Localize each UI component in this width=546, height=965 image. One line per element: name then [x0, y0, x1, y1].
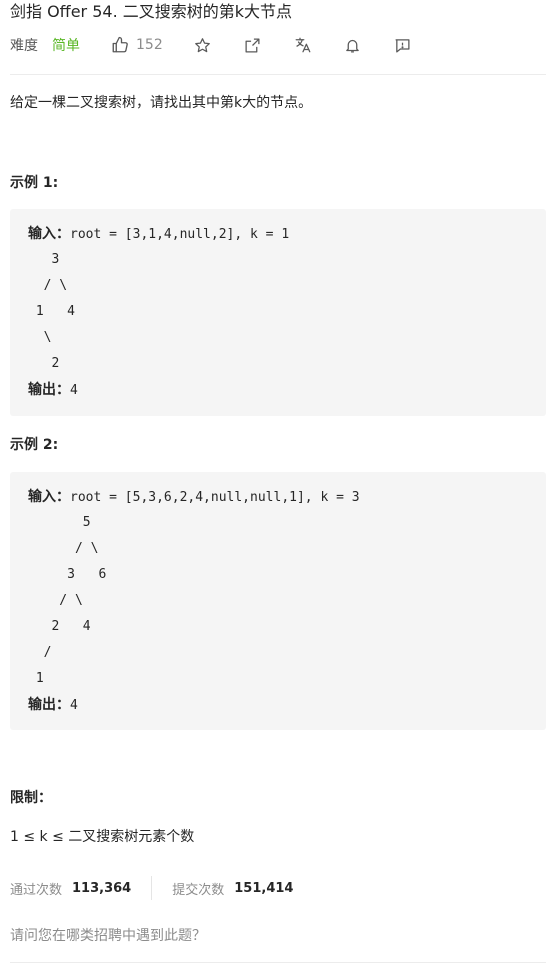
example-1-title: 示例 1:	[10, 175, 59, 191]
example-1-output-line: 输出：4	[28, 377, 78, 404]
difficulty-badge: 简单	[52, 38, 80, 54]
example-2-output-line: 输出：4	[28, 692, 78, 719]
tree-line: 1 4	[28, 304, 75, 319]
submitted-label: 提交次数	[172, 882, 225, 898]
accepted-label: 通过次数	[10, 882, 63, 898]
submission-stats: 通过次数 113,364 提交次数 151,414	[10, 876, 293, 900]
tree-line: 2	[28, 356, 60, 371]
output-label: 输出：	[28, 382, 70, 398]
problem-meta-row: 难度 简单 152	[10, 34, 413, 56]
example-2-title: 示例 2:	[10, 437, 59, 453]
example-2-input: root = [5,3,6,2,4,null,null,1], k = 3	[70, 490, 360, 505]
example-1-code-block: 输入：root = [3,1,4,null,2], k = 1 3 / \ 1 …	[10, 209, 546, 416]
thumbs-up-icon[interactable]	[110, 35, 130, 55]
tree-line: 3 6	[28, 567, 107, 582]
tree-line: / \	[28, 278, 68, 293]
difficulty-label: 难度	[10, 38, 38, 54]
footer-divider	[10, 962, 546, 963]
tree-line: \	[28, 330, 52, 345]
feedback-icon[interactable]	[393, 35, 413, 55]
problem-description: 给定一棵二叉搜索树，请找出其中第k大的节点。	[10, 95, 313, 111]
interview-question-link[interactable]: 请问您在哪类招聘中遇到此题？	[10, 926, 206, 946]
example-1-input-line: 输入：root = [3,1,4,null,2], k = 1	[28, 221, 289, 248]
submitted-count: 151,414	[234, 880, 294, 896]
tree-line: / \	[28, 541, 99, 556]
output-label: 输出：	[28, 697, 70, 713]
translate-icon[interactable]	[293, 35, 313, 55]
example-1-input: root = [3,1,4,null,2], k = 1	[70, 227, 290, 242]
input-label: 输入：	[28, 489, 70, 505]
example-2-output: 4	[70, 698, 78, 713]
header-divider	[10, 74, 546, 75]
stats-divider	[151, 876, 153, 900]
tree-line: 3	[28, 252, 60, 267]
tree-line: /	[28, 645, 52, 660]
input-label: 输入：	[28, 226, 70, 242]
example-2-code-block: 输入：root = [5,3,6,2,4,null,null,1], k = 3…	[10, 472, 546, 730]
tree-line: 5	[28, 515, 91, 530]
tree-line: / \	[28, 593, 83, 608]
like-button[interactable]: 152	[110, 35, 163, 55]
problem-title: 剑指 Offer 54. 二叉搜索树的第k大节点	[10, 2, 293, 21]
bell-icon[interactable]	[343, 35, 363, 55]
example-1-output: 4	[70, 383, 78, 398]
like-count: 152	[136, 37, 163, 53]
example-2-input-line: 输入：root = [5,3,6,2,4,null,null,1], k = 3	[28, 484, 360, 511]
limits-text: 1 ≤ k ≤ 二叉搜索树元素个数	[10, 829, 195, 845]
tree-line: 1	[28, 671, 44, 686]
share-icon[interactable]	[243, 35, 263, 55]
star-icon[interactable]	[193, 35, 213, 55]
tree-line: 2 4	[28, 619, 91, 634]
accepted-count: 113,364	[72, 880, 132, 896]
limits-title: 限制：	[10, 790, 52, 806]
